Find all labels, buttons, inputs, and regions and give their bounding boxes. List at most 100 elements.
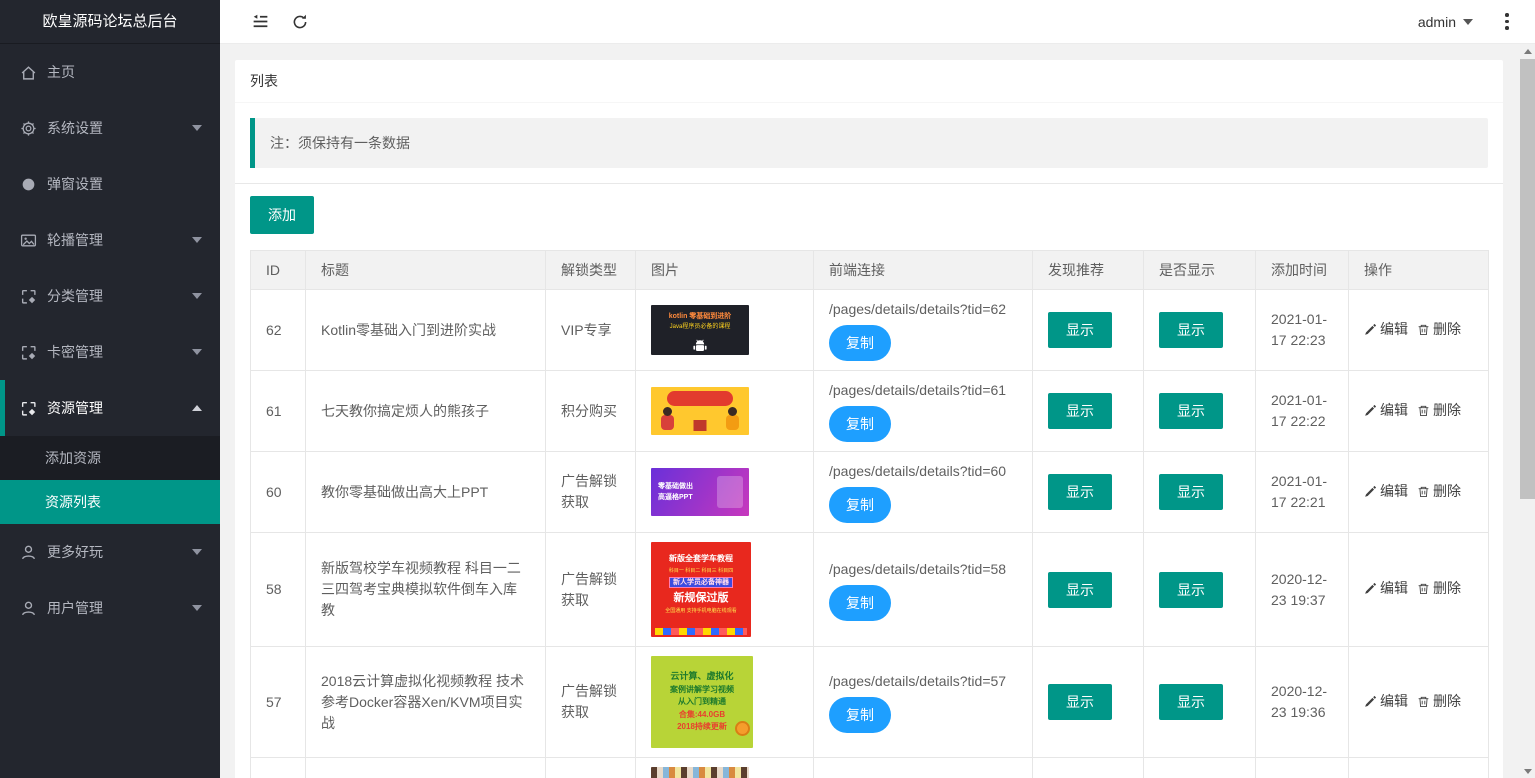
sidebar-item-label: 轮播管理 — [47, 230, 103, 250]
more-menu-icon[interactable] — [1489, 0, 1525, 44]
sidebar-item-carousel-management[interactable]: 轮播管理 — [0, 212, 220, 268]
copy-button[interactable]: 复制 — [829, 325, 891, 361]
refresh-icon[interactable] — [280, 0, 320, 44]
user-menu[interactable]: admin — [1402, 0, 1489, 44]
visible-toggle-button[interactable]: 显示 — [1159, 312, 1223, 348]
cell-title: 教你零基础做出高大上PPT — [306, 452, 546, 533]
cell-visible — [1144, 758, 1256, 778]
sidebar-subitem-add-resource[interactable]: 添加资源 — [0, 436, 220, 480]
cell-operations: 编辑删除 — [1349, 647, 1489, 758]
delete-button[interactable]: 删除 — [1417, 691, 1461, 712]
cell-title: 七天教你搞定烦人的熊孩子 — [306, 371, 546, 452]
sidebar-item-home[interactable]: 主页 — [0, 44, 220, 100]
cell-id: 62 — [251, 290, 306, 371]
sidebar-item-label: 更多好玩 — [47, 542, 103, 562]
sidebar-subitem-resource-list[interactable]: 资源列表 — [0, 480, 220, 524]
discover-toggle-button[interactable]: 显示 — [1048, 684, 1112, 720]
sidebar-item-more-fun[interactable]: 更多好玩 — [0, 524, 220, 580]
sidebar-item-cardkey-management[interactable]: 卡密管理 — [0, 324, 220, 380]
cell-id: 61 — [251, 371, 306, 452]
gear-icon — [20, 120, 37, 137]
cell-discover: 显示 — [1033, 452, 1144, 533]
cell-discover: 显示 — [1033, 290, 1144, 371]
scrollbar[interactable] — [1520, 44, 1535, 778]
edit-button[interactable]: 编辑 — [1364, 481, 1408, 502]
cell-link: /pages/details/details?tid=62 复制 — [814, 290, 1033, 371]
sidebar-item-label: 分类管理 — [47, 286, 103, 306]
cell-operations: 编辑删除 — [1349, 290, 1489, 371]
chevron-down-icon — [192, 349, 202, 355]
component-icon — [20, 344, 37, 361]
delete-button[interactable]: 删除 — [1417, 578, 1461, 599]
cell-added-time: 2020-12-23 19:37 — [1256, 533, 1349, 647]
cell-visible: 显示 — [1144, 290, 1256, 371]
note-box: 注：须保持有一条数据 — [250, 118, 1488, 168]
chevron-down-icon — [192, 237, 202, 243]
thumbnail-drive: 新版全套学车教程科目一 科目二 科目三 科目四新人学员必备神器新规保过版全国通用… — [651, 542, 751, 637]
active-indicator — [0, 380, 5, 436]
main-area: admin 列表 注：须保持有一条数据 添加 — [220, 0, 1535, 778]
thumbnail-ppt: 零基础做出高逼格PPT — [651, 468, 749, 516]
scrollbar-down-arrow[interactable] — [1520, 763, 1535, 778]
cell-added-time: 2021-01-17 22:22 — [1256, 371, 1349, 452]
component-icon — [20, 400, 37, 417]
cell-discover: 显示 — [1033, 533, 1144, 647]
content-area: 列表 注：须保持有一条数据 添加 ID标题解锁类型图片前端连接发现推荐是否显示添… — [220, 44, 1535, 778]
frontend-link: /pages/details/details?tid=61 — [829, 380, 1017, 400]
visible-toggle-button[interactable]: 显示 — [1159, 474, 1223, 510]
table-row: 62Kotlin零基础入门到进阶实战VIP专享kotlin 零基础到进阶Java… — [251, 290, 1489, 371]
table-section: 添加 ID标题解锁类型图片前端连接发现推荐是否显示添加时间操作 62Kotlin… — [235, 184, 1503, 778]
thumbnail-kotlin: kotlin 零基础到进阶Java程序员必备的课程 — [651, 305, 749, 355]
edit-button[interactable]: 编辑 — [1364, 578, 1408, 599]
cell-unlock-type: VIP专享 — [546, 290, 636, 371]
edit-button[interactable]: 编辑 — [1364, 400, 1408, 421]
scrollbar-up-arrow[interactable] — [1520, 44, 1535, 59]
delete-button[interactable]: 删除 — [1417, 319, 1461, 340]
add-button[interactable]: 添加 — [250, 196, 314, 234]
cell-added-time: 2021-01-17 22:23 — [1256, 290, 1349, 371]
copy-button[interactable]: 复制 — [829, 697, 891, 733]
sidebar-menu: 主页系统设置弹窗设置轮播管理分类管理卡密管理资源管理添加资源资源列表更多好玩用户… — [0, 44, 220, 636]
discover-toggle-button[interactable]: 显示 — [1048, 393, 1112, 429]
sidebar-item-label: 主页 — [47, 62, 75, 82]
scrollbar-thumb[interactable] — [1520, 59, 1535, 499]
table-row: 572018云计算虚拟化视频教程 技术参考Docker容器Xen/KVM项目实战… — [251, 647, 1489, 758]
sidebar: 欧皇源码论坛总后台 主页系统设置弹窗设置轮播管理分类管理卡密管理资源管理添加资源… — [0, 0, 220, 778]
circle-icon — [20, 176, 37, 193]
copy-button[interactable]: 复制 — [829, 487, 891, 523]
visible-toggle-button[interactable]: 显示 — [1159, 393, 1223, 429]
table-row — [251, 758, 1489, 778]
delete-button[interactable]: 删除 — [1417, 481, 1461, 502]
sidebar-item-label: 资源管理 — [47, 398, 103, 418]
cell-link: /pages/details/details?tid=60复制 — [814, 452, 1033, 533]
collapse-sidebar-icon[interactable] — [240, 0, 280, 44]
thumbnail-cloud: 云计算、虚拟化案例讲解学习视频从入门到精通合集:44.0GB2018持续更新 — [651, 656, 753, 748]
edit-button[interactable]: 编辑 — [1364, 319, 1408, 340]
topbar: admin — [220, 0, 1535, 44]
sidebar-item-popup-settings[interactable]: 弹窗设置 — [0, 156, 220, 212]
cell-operations: 编辑删除 — [1349, 452, 1489, 533]
cell-visible: 显示 — [1144, 647, 1256, 758]
discover-toggle-button[interactable]: 显示 — [1048, 312, 1112, 348]
discover-toggle-button[interactable]: 显示 — [1048, 572, 1112, 608]
visible-toggle-button[interactable]: 显示 — [1159, 572, 1223, 608]
sidebar-item-resource-management[interactable]: 资源管理 — [0, 380, 220, 436]
cell-image — [636, 371, 814, 452]
cell-visible: 显示 — [1144, 533, 1256, 647]
list-panel: 列表 注：须保持有一条数据 添加 ID标题解锁类型图片前端连接发现推荐是否显示添… — [235, 60, 1503, 778]
frontend-link: /pages/details/details?tid=57 — [829, 671, 1017, 691]
sidebar-item-category-management[interactable]: 分类管理 — [0, 268, 220, 324]
chevron-down-icon — [192, 549, 202, 555]
cell-id: 60 — [251, 452, 306, 533]
table-row: 58新版驾校学车视频教程 科目一二三四驾考宝典模拟软件倒车入库教广告解锁获取新版… — [251, 533, 1489, 647]
chevron-down-icon — [192, 605, 202, 611]
sidebar-item-user-management[interactable]: 用户管理 — [0, 580, 220, 636]
copy-button[interactable]: 复制 — [829, 406, 891, 442]
edit-button[interactable]: 编辑 — [1364, 691, 1408, 712]
visible-toggle-button[interactable]: 显示 — [1159, 684, 1223, 720]
copy-button[interactable]: 复制 — [829, 585, 891, 621]
frontend-link: /pages/details/details?tid=62 — [829, 299, 1017, 319]
sidebar-item-system-settings[interactable]: 系统设置 — [0, 100, 220, 156]
discover-toggle-button[interactable]: 显示 — [1048, 474, 1112, 510]
delete-button[interactable]: 删除 — [1417, 400, 1461, 421]
